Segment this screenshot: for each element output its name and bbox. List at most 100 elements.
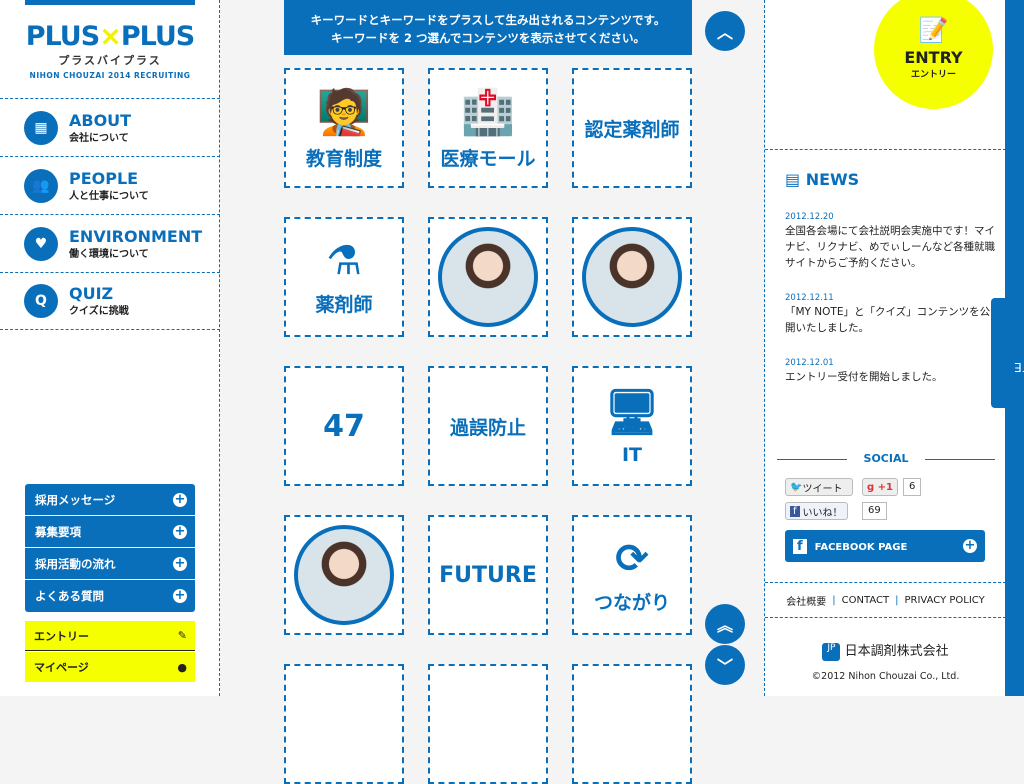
menu-item[interactable]: 採用メッセージ + xyxy=(25,484,195,516)
social-heading: SOCIAL xyxy=(777,452,995,465)
news-item[interactable]: 2012.12.11 「MY NOTE」と「クイズ」コンテンツを公開いたしました。 xyxy=(785,292,1000,336)
keyword-cell[interactable]: 🖥 IT xyxy=(572,366,692,486)
nav-sublabel: 会社について xyxy=(69,132,129,144)
menu-item[interactable]: 募集要項 + xyxy=(25,516,195,548)
logo[interactable]: PLUS×PLUS プラスバイプラス NIHON CHOUZAI 2014 RE… xyxy=(25,21,195,81)
plus-icon: + xyxy=(963,538,977,553)
menu-label: 募集要項 xyxy=(35,524,81,539)
logo-cross: × xyxy=(99,21,122,52)
footer-link-privacy[interactable]: PRIVACY POLICY xyxy=(904,595,984,606)
keyword-cell[interactable]: 過誤防止 xyxy=(428,366,548,486)
nav-label: PEOPLE xyxy=(69,168,139,188)
double-chevron-up-icon: ︽ xyxy=(716,616,733,635)
facebook-page-button[interactable]: f FACEBOOK PAGE + xyxy=(785,530,985,562)
right-sidebar: ▤ NEWS 2012.12.20 全国各会場にて会社説明会実施中です！マイナビ、… xyxy=(764,0,1006,696)
menu-item[interactable]: 採用活動の流れ + xyxy=(25,548,195,580)
heart-icon: ♥ xyxy=(24,226,58,261)
mynote-tab[interactable]: ⊕ MY NOTE xyxy=(991,298,1024,408)
plus-icon: + xyxy=(173,523,187,539)
mynote-label: MY NOTE xyxy=(1013,360,1024,374)
logo-kana: プラスバイプラス xyxy=(58,54,162,67)
keyword-cell[interactable]: 47 xyxy=(284,366,404,486)
nav-people[interactable]: 👥 PEOPLE 人と仕事について xyxy=(0,156,220,214)
intro-line: キーワードとキーワードをプラスして生み出されるコンテンツです。 xyxy=(310,13,666,27)
plus-icon: + xyxy=(173,555,187,571)
scroll-up-button[interactable]: ︿ xyxy=(705,11,745,51)
nav-environment[interactable]: ♥ ENVIRONMENT 働く環境について xyxy=(0,214,220,272)
gplus-icon: g xyxy=(867,481,875,493)
person-cell[interactable] xyxy=(572,217,692,337)
news-date: 2012.12.11 xyxy=(785,293,834,303)
entry-button[interactable]: エントリー ✎ xyxy=(25,621,195,651)
news-text: 「MY NOTE」と「クイズ」コンテンツを公開いたしました。 xyxy=(785,306,991,334)
keyword-cell[interactable]: 🏥 医療モール xyxy=(428,68,548,188)
plus-icon: + xyxy=(173,588,187,603)
keyword-cell[interactable] xyxy=(284,664,404,784)
q-icon: Q xyxy=(24,284,58,318)
scroll-down-button[interactable]: ﹀ xyxy=(705,645,745,685)
nav-label: ENVIRONMENT xyxy=(69,226,203,246)
entry-jp: エントリー xyxy=(910,70,956,80)
logo-subtitle: NIHON CHOUZAI 2014 RECRUITING xyxy=(29,71,191,80)
keyword-cell[interactable] xyxy=(572,664,692,784)
keyword-cell[interactable] xyxy=(428,664,548,784)
menu-label: 採用活動の流れ xyxy=(35,556,116,571)
news-text: 全国各会場にて会社説明会実施中です！マイナビ、リクナビ、めでぃしーんなど各種就職… xyxy=(785,225,995,269)
gplus-button[interactable]: g +1 xyxy=(862,478,898,496)
nav-label: QUIZ xyxy=(69,284,114,303)
user-icon: ● xyxy=(177,660,187,674)
tweet-label: ツイート xyxy=(802,483,843,495)
person-photo xyxy=(438,227,538,327)
people-icon: 👥 xyxy=(24,168,58,203)
mypage-button[interactable]: マイページ ● xyxy=(25,652,195,682)
news-text: エントリー受付を開始しました。 xyxy=(785,371,943,383)
keyword-cell[interactable]: FUTURE xyxy=(428,515,548,635)
keyword-label: 過誤防止 xyxy=(449,416,526,439)
footer-link-company[interactable]: 会社概要 xyxy=(786,593,826,608)
keyword-cell[interactable]: 認定薬剤師 xyxy=(572,68,692,188)
mypage-label: マイページ xyxy=(34,661,89,674)
news-date: 2012.12.01 xyxy=(785,358,834,368)
gplus-label: +1 xyxy=(877,481,893,493)
sub-menu: 採用メッセージ + 募集要項 + 採用活動の流れ + よくある質問 + xyxy=(25,484,195,612)
keyword-label: 47 xyxy=(323,408,365,444)
nav-quiz[interactable]: Q QUIZ クイズに挑戦 xyxy=(0,272,220,330)
page-up-button[interactable]: ︽ xyxy=(705,604,745,644)
company-logo: JP 日本調剤株式会社 xyxy=(765,640,1006,661)
nav-about[interactable]: ▦ ABOUT 会社について xyxy=(0,98,220,156)
footer-link-contact[interactable]: CONTACT xyxy=(842,595,889,606)
like-label: いいね！ xyxy=(802,507,843,519)
edit-document-icon: 📝 xyxy=(918,16,949,44)
copyright: ©2012 Nihon Chouzai Co., Ltd. xyxy=(811,671,960,682)
menu-item[interactable]: よくある質問 + xyxy=(25,580,195,612)
news-date: 2012.12.20 xyxy=(785,212,834,222)
keyword-label: 医療モール xyxy=(440,147,536,170)
gplus-count: 6 xyxy=(903,478,922,496)
like-button[interactable]: f いいね！ xyxy=(785,502,848,520)
news-heading: NEWS xyxy=(805,170,860,189)
facebook-icon: f xyxy=(790,505,800,517)
company-name: 日本調剤株式会社 xyxy=(844,644,949,659)
keyword-cell[interactable]: 🧑‍🏫 教育制度 xyxy=(284,68,404,188)
tweet-button[interactable]: 🐦 ツイート xyxy=(785,478,853,496)
person-cell[interactable] xyxy=(284,515,404,635)
intro-banner: キーワードとキーワードをプラスして生み出されるコンテンツです。 キーワードを 2 … xyxy=(284,0,692,55)
top-bar xyxy=(25,0,195,5)
news-item[interactable]: 2012.12.20 全国各会場にて会社説明会実施中です！マイナビ、リクナビ、めで… xyxy=(785,211,1000,271)
menu-label: よくある質問 xyxy=(35,589,104,603)
building-icon: ▦ xyxy=(24,110,58,145)
keyword-label: IT xyxy=(621,444,643,466)
footer-links: 会社概要 | CONTACT | PRIVACY POLICY xyxy=(765,582,1006,618)
news-item[interactable]: 2012.12.01 エントリー受付を開始しました。 xyxy=(785,357,1000,385)
mortar-icon: ⚗ xyxy=(326,237,362,284)
entry-en: ENTRY xyxy=(904,48,963,67)
keyword-label: つながり xyxy=(593,591,670,614)
newspaper-icon: ▤ xyxy=(785,170,801,189)
person-cell[interactable] xyxy=(428,217,548,337)
twitter-icon: 🐦 xyxy=(790,481,803,493)
like-count: 69 xyxy=(862,502,887,520)
person-photo xyxy=(294,525,394,625)
keyword-cell[interactable]: ⟳ つながり xyxy=(572,515,692,635)
keyword-cell[interactable]: ⚗ 薬剤師 xyxy=(284,217,404,337)
monitor-icon: 🖥 xyxy=(604,387,660,438)
